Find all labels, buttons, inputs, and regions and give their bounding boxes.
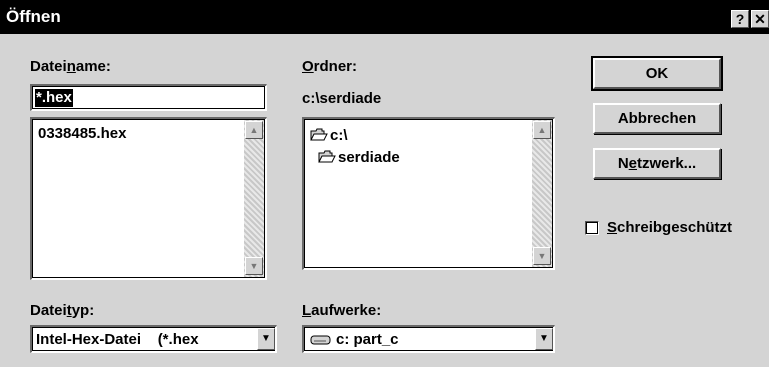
chevron-down-icon[interactable]: ▼ <box>257 328 275 350</box>
open-folder-icon <box>318 150 336 163</box>
filetype-dropdown[interactable]: Intel-Hex-Datei (*.hex ▼ <box>30 325 277 353</box>
ok-button[interactable]: OK <box>591 56 723 91</box>
title-bar <box>0 0 769 34</box>
filename-label: Dateiname: <box>30 58 111 75</box>
cancel-button[interactable]: Abbrechen <box>593 103 721 134</box>
network-button[interactable]: Netzwerk... <box>593 148 721 179</box>
current-path: c:\serdiade <box>302 90 382 107</box>
folder-label: Ordner: <box>302 58 358 75</box>
folder-list-scrollbar[interactable]: ▲ ▼ <box>532 120 552 267</box>
close-button[interactable]: ✕ <box>751 10 769 28</box>
filename-input[interactable]: *.hex <box>30 84 267 111</box>
list-item[interactable]: 0338485.hex <box>38 125 126 143</box>
drive-icon <box>310 335 331 345</box>
readonly-checkbox-row[interactable]: Schreibgeschützt <box>585 218 765 238</box>
scroll-down-arrow-icon[interactable]: ▼ <box>533 247 551 265</box>
chevron-down-icon[interactable]: ▼ <box>535 328 553 350</box>
filename-input-value: *.hex <box>35 89 73 107</box>
file-list-scrollbar[interactable]: ▲ ▼ <box>244 120 264 277</box>
filetype-value: Intel-Hex-Datei (*.hex <box>36 331 199 348</box>
filetype-label: Dateityp: <box>30 302 95 319</box>
readonly-label: Schreibgeschützt <box>607 219 733 236</box>
drives-value: c: part_c <box>336 331 399 348</box>
drives-dropdown[interactable]: c: part_c ▼ <box>302 325 555 353</box>
drives-label: Laufwerke: <box>302 302 382 319</box>
file-list[interactable]: 0338485.hex ▲ ▼ <box>30 117 267 280</box>
open-folder-icon <box>310 128 328 141</box>
help-button[interactable]: ? <box>731 10 749 28</box>
folder-list[interactable]: c:\ serdiade ▲ ▼ <box>302 117 555 270</box>
scroll-up-arrow-icon[interactable]: ▲ <box>245 121 263 139</box>
window-title: Öffnen <box>6 7 61 26</box>
scroll-up-arrow-icon[interactable]: ▲ <box>533 121 551 139</box>
readonly-checkbox[interactable] <box>585 221 599 235</box>
scroll-down-arrow-icon[interactable]: ▼ <box>245 257 263 275</box>
